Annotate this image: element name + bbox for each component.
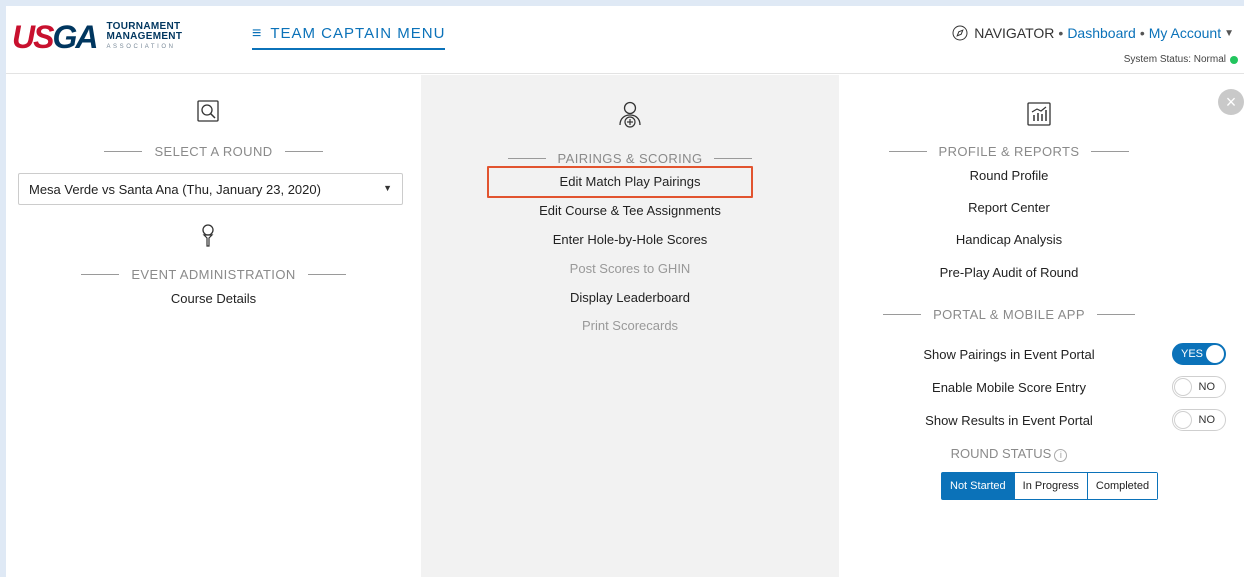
golf-ball-search-icon bbox=[197, 100, 219, 122]
navigator-label: NAVIGATOR bbox=[974, 25, 1055, 41]
heading-line bbox=[888, 151, 927, 152]
logo-mark-blue: GA bbox=[52, 19, 98, 55]
round-profile-link[interactable]: Round Profile bbox=[839, 168, 1179, 183]
reports-chart-icon bbox=[1027, 102, 1051, 126]
status-not-started-option[interactable]: Not Started bbox=[942, 473, 1015, 499]
logo-line-3: ASSOCIATION bbox=[106, 44, 176, 50]
my-account-link[interactable]: My Account bbox=[1149, 25, 1221, 41]
edit-match-play-pairings-link[interactable]: Edit Match Play Pairings bbox=[421, 174, 839, 189]
logo-line-2: MANAGEMENT bbox=[106, 31, 183, 42]
status-in-progress-option[interactable]: In Progress bbox=[1014, 473, 1088, 499]
heading-line bbox=[284, 151, 323, 152]
select-round-heading: SELECT A ROUND bbox=[6, 144, 421, 159]
pre-play-audit-link[interactable]: Pre-Play Audit of Round bbox=[839, 265, 1179, 280]
toggle-knob bbox=[1174, 378, 1192, 396]
show-pairings-toggle-row: Show Pairings in Event Portal YES bbox=[839, 343, 1244, 367]
hamburger-icon: ≡ bbox=[252, 24, 263, 42]
enter-hole-by-hole-scores-link[interactable]: Enter Hole-by-Hole Scores bbox=[421, 232, 839, 247]
compass-icon bbox=[952, 25, 968, 41]
top-navigation: NAVIGATOR • Dashboard • My Account ▼ bbox=[952, 25, 1234, 41]
close-icon[interactable]: × bbox=[1218, 89, 1244, 115]
pairings-scoring-heading-text: PAIRINGS & SCORING bbox=[557, 151, 703, 166]
report-center-link[interactable]: Report Center bbox=[839, 200, 1179, 215]
heading-line bbox=[307, 274, 346, 275]
round-select-value: Mesa Verde vs Santa Ana (Thu, January 23… bbox=[29, 182, 321, 197]
course-details-link[interactable]: Course Details bbox=[6, 291, 421, 306]
print-scorecards-link: Print Scorecards bbox=[581, 318, 679, 333]
logo-mark-red: US bbox=[12, 19, 54, 55]
profile-reports-heading: PROFILE & REPORTS bbox=[839, 144, 1179, 159]
portal-mobile-app-heading-text: PORTAL & MOBILE APP bbox=[933, 307, 1085, 322]
profile-reports-heading-text: PROFILE & REPORTS bbox=[938, 144, 1080, 159]
heading-line bbox=[1096, 314, 1135, 315]
select-round-heading-text: SELECT A ROUND bbox=[154, 144, 273, 159]
add-player-icon bbox=[619, 101, 641, 128]
toggle-value: NO bbox=[1198, 381, 1216, 393]
dashboard-link[interactable]: Dashboard bbox=[1067, 25, 1136, 41]
system-status-text: System Status: Normal bbox=[1123, 54, 1226, 65]
golf-tee-icon bbox=[202, 224, 214, 247]
portal-mobile-app-heading: PORTAL & MOBILE APP bbox=[839, 307, 1179, 322]
edit-course-tee-assignments-link[interactable]: Edit Course & Tee Assignments bbox=[421, 203, 839, 218]
usga-logo[interactable]: USGA TOURNAMENT MANAGEMENT ASSOCIATION bbox=[12, 19, 182, 56]
display-leaderboard-link[interactable]: Display Leaderboard bbox=[421, 290, 839, 305]
toggle-value: NO bbox=[1198, 414, 1216, 426]
handicap-analysis-link[interactable]: Handicap Analysis bbox=[839, 232, 1179, 247]
left-column: SELECT A ROUND Mesa Verde vs Santa Ana (… bbox=[6, 75, 421, 577]
post-scores-to-ghin-link: Post Scores to GHIN bbox=[569, 261, 691, 276]
mobile-score-entry-label: Enable Mobile Score Entry bbox=[932, 380, 1086, 395]
event-administration-heading-text: EVENT ADMINISTRATION bbox=[131, 267, 296, 282]
logo-mark: USGA bbox=[12, 19, 98, 55]
show-pairings-toggle[interactable]: YES bbox=[1172, 343, 1226, 365]
heading-line bbox=[104, 151, 143, 152]
status-dot-icon bbox=[1230, 55, 1238, 64]
team-captain-menu-button[interactable]: ≡ TEAM CAPTAIN MENU bbox=[252, 24, 446, 50]
nav-separator: • bbox=[1139, 25, 1145, 41]
heading-line bbox=[81, 274, 120, 275]
system-status: System Status: Normal bbox=[1124, 54, 1238, 65]
round-status-heading: ROUND STATUS i bbox=[839, 446, 1179, 462]
show-results-toggle[interactable]: NO bbox=[1172, 409, 1226, 431]
heading-line bbox=[507, 158, 546, 159]
logo-text: TOURNAMENT MANAGEMENT ASSOCIATION bbox=[106, 22, 182, 52]
round-status-selector: Not Started In Progress Completed bbox=[941, 472, 1159, 500]
round-status-label: ROUND STATUS bbox=[950, 446, 1052, 461]
heading-line bbox=[1091, 151, 1130, 152]
right-column: × PROFILE & REPORTS Round Profile Report… bbox=[839, 75, 1244, 577]
heading-line bbox=[714, 158, 753, 159]
nav-separator: • bbox=[1058, 25, 1064, 41]
round-select[interactable]: Mesa Verde vs Santa Ana (Thu, January 23… bbox=[18, 173, 403, 205]
caret-down-icon[interactable]: ▼ bbox=[1224, 28, 1234, 39]
toggle-value: YES bbox=[1181, 348, 1204, 360]
heading-line bbox=[883, 314, 922, 315]
menu-label: TEAM CAPTAIN MENU bbox=[270, 25, 446, 42]
info-icon[interactable]: i bbox=[1054, 449, 1068, 462]
chevron-down-icon: ▼ bbox=[383, 183, 392, 193]
mobile-score-entry-toggle-row: Enable Mobile Score Entry NO bbox=[839, 376, 1244, 400]
event-administration-heading: EVENT ADMINISTRATION bbox=[6, 267, 421, 282]
middle-column: PAIRINGS & SCORING Edit Match Play Pairi… bbox=[421, 75, 839, 577]
show-results-label: Show Results in Event Portal bbox=[925, 413, 1093, 428]
pairings-scoring-heading: PAIRINGS & SCORING bbox=[421, 151, 839, 166]
toggle-knob bbox=[1206, 345, 1224, 363]
page: USGA TOURNAMENT MANAGEMENT ASSOCIATION ≡… bbox=[6, 6, 1244, 577]
show-results-toggle-row: Show Results in Event Portal NO bbox=[839, 409, 1244, 433]
header: USGA TOURNAMENT MANAGEMENT ASSOCIATION ≡… bbox=[6, 6, 1244, 74]
mobile-score-entry-toggle[interactable]: NO bbox=[1172, 376, 1226, 398]
toggle-knob bbox=[1174, 411, 1192, 429]
status-completed-option[interactable]: Completed bbox=[1087, 473, 1158, 499]
show-pairings-label: Show Pairings in Event Portal bbox=[923, 347, 1095, 362]
